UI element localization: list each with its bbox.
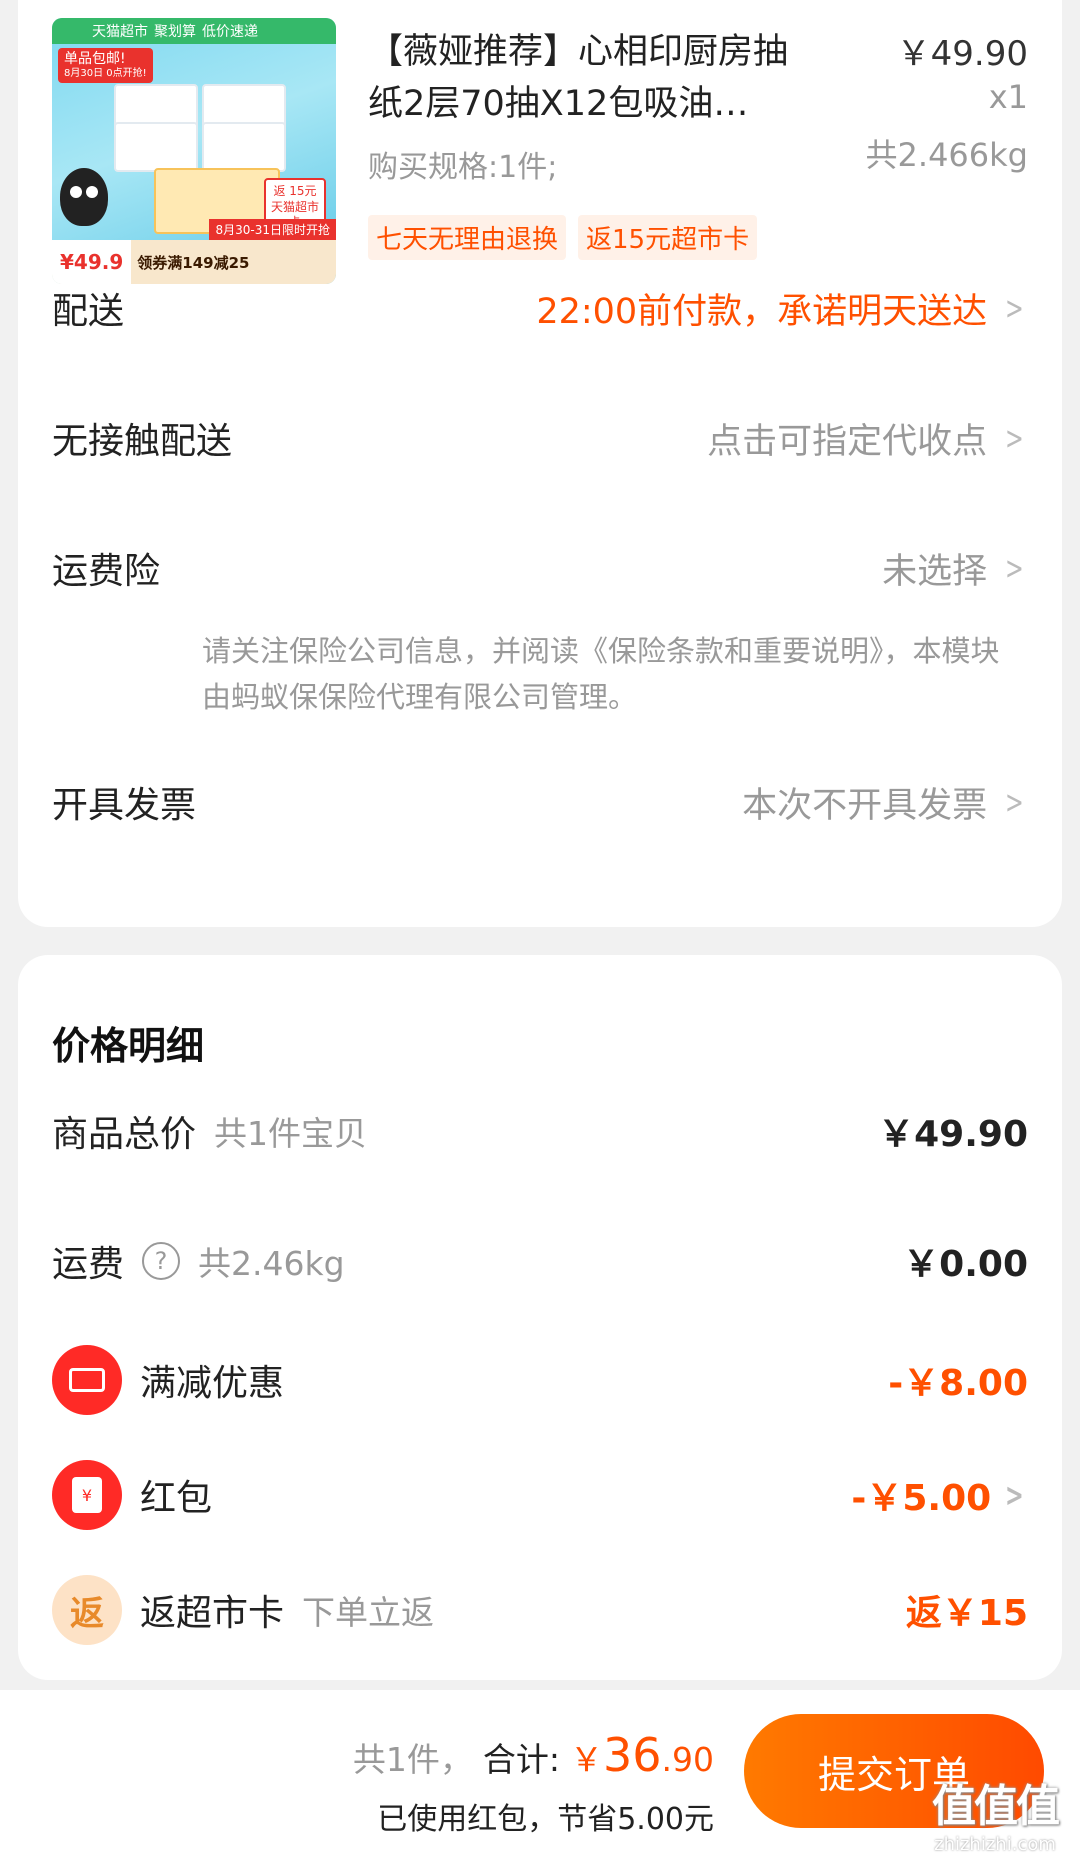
delivery-value: 22:00前付款，承诺明天送达 > — [536, 289, 1024, 332]
product-tags: 七天无理由退换 返15元超市卡 — [368, 215, 758, 260]
goods-count: 共1件宝贝 — [214, 1114, 368, 1153]
invoice-value: 本次不开具发票 > — [742, 783, 1024, 826]
shipping-fee-amount: ￥0.00 — [903, 1244, 1028, 1285]
chevron-right-icon: > — [1005, 783, 1024, 821]
total-amount: ￥36.90 — [569, 1728, 714, 1782]
product-title[interactable]: 【薇娅推荐】心相印厨房抽纸2层70抽X12包吸油… — [368, 26, 818, 130]
coupon-icon — [52, 1345, 122, 1415]
insurance-value: 未选择 > — [882, 549, 1024, 592]
product-weight: 共2.466kg — [865, 136, 1028, 174]
goods-total-amount: ￥49.90 — [878, 1114, 1028, 1155]
thumb-sale-strip: 8月30-31日限时开抢 — [209, 219, 336, 240]
checkout-bar: 共1件， 合计: ￥36.90 已使用红包，节省5.00元 提交订单 — [0, 1690, 1080, 1856]
red-packet-amount: -￥5.00 > — [851, 1476, 1024, 1519]
product-spec: 购买规格:1件; — [368, 150, 558, 185]
shipping-fee-label: 运费 — [52, 1244, 125, 1285]
savings-note: 已使用红包，节省5.00元 — [377, 1802, 714, 1837]
goods-total-row: 商品总价 共1件宝贝 ￥49.90 — [52, 1105, 1028, 1157]
help-icon[interactable]: ? — [142, 1242, 181, 1280]
price-detail-title: 价格明细 — [52, 1024, 205, 1068]
product-quantity: x1 — [988, 78, 1028, 116]
delivery-label: 配送 — [52, 291, 125, 332]
tissue-pack-image — [202, 122, 286, 172]
delivery-row[interactable]: 配送 22:00前付款，承诺明天送达 > — [52, 282, 1028, 334]
tag-return-policy: 七天无理由退换 — [368, 215, 567, 260]
contactless-label: 无接触配送 — [52, 421, 233, 462]
tissue-pack-image — [114, 122, 198, 172]
red-packet-row[interactable]: ¥ 红包 -￥5.00 > — [52, 1460, 1028, 1530]
discount-row: 满减优惠 -￥8.00 — [52, 1345, 1028, 1415]
goods-total-label: 商品总价 — [52, 1114, 197, 1155]
chevron-right-icon: > — [1005, 1476, 1024, 1514]
thumb-free-shipping-tag: 单品包邮! 8月30日 0点开抢! — [58, 48, 153, 83]
item-count: 共1件， — [352, 1740, 473, 1779]
cashback-row: 返 返超市卡 下单立返 返￥15 — [52, 1575, 1028, 1645]
red-packet-icon: ¥ — [52, 1460, 122, 1530]
contactless-value: 点击可指定代收点 > — [707, 419, 1024, 462]
product-thumbnail[interactable]: 天猫超市 聚划算 低价速递 单品包邮! 8月30日 0点开抢! 返 15元 天猫… — [52, 18, 336, 284]
tag-cashback-card: 返15元超市卡 — [578, 215, 758, 260]
invoice-label: 开具发票 — [52, 785, 197, 826]
discount-amount: -￥8.00 — [888, 1363, 1028, 1404]
cashback-label: 返超市卡 — [140, 1593, 285, 1634]
thumb-bottom-bar: ¥49.9 领券满149减25 — [52, 240, 336, 284]
cashback-sub: 下单立返 — [302, 1593, 435, 1632]
red-packet-label: 红包 — [140, 1478, 213, 1519]
chevron-right-icon: > — [1005, 419, 1024, 457]
chevron-right-icon: > — [1005, 289, 1024, 327]
chevron-right-icon: > — [1005, 549, 1024, 587]
discount-label: 满减优惠 — [140, 1363, 285, 1404]
insurance-label: 运费险 — [52, 551, 161, 592]
shipping-weight: 共2.46kg — [198, 1244, 345, 1283]
contactless-delivery-row[interactable]: 无接触配送 点击可指定代收点 > — [52, 412, 1028, 464]
order-details-card: 天猫超市 聚划算 低价速递 单品包邮! 8月30日 0点开抢! 返 15元 天猫… — [18, 0, 1062, 927]
insurance-note[interactable]: 请关注保险公司信息，并阅读《保险条款和重要说明》，本模块由蚂蚁保保险代理有限公司… — [202, 628, 1002, 720]
site-watermark: 值值值 zhizhizhi.com — [932, 1781, 1060, 1855]
product-price: ￥49.90 — [896, 34, 1028, 74]
price-detail-card: 价格明细 商品总价 共1件宝贝 ￥49.90 运费 ? 共2.46kg ￥0.0… — [18, 955, 1062, 1680]
cashback-amount: 返￥15 — [905, 1593, 1028, 1634]
cashback-icon: 返 — [52, 1575, 122, 1645]
thumb-top-badge: 天猫超市 聚划算 低价速递 — [52, 18, 336, 44]
total-label: 合计: — [482, 1740, 560, 1779]
tmall-cat-icon — [60, 168, 108, 226]
invoice-row[interactable]: 开具发票 本次不开具发票 > — [52, 776, 1028, 828]
shipping-insurance-row[interactable]: 运费险 未选择 > — [52, 542, 1028, 594]
shipping-fee-row: 运费 ? 共2.46kg ￥0.00 — [52, 1235, 1028, 1287]
order-summary: 共1件， 合计: ￥36.90 — [353, 1728, 714, 1782]
